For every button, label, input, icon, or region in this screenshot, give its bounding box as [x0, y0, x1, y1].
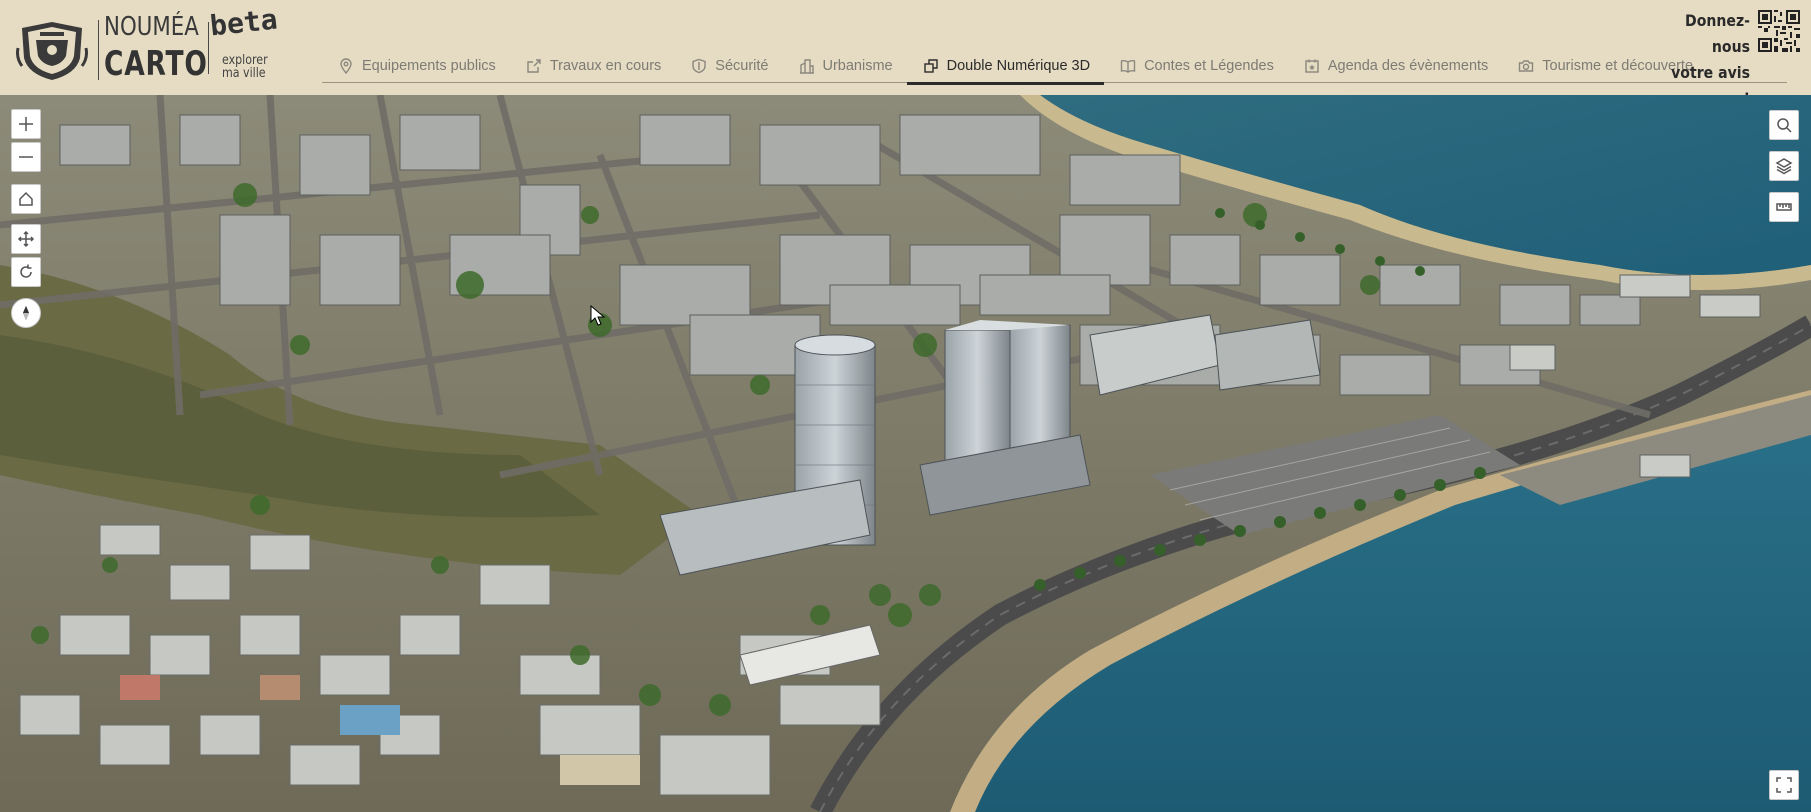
tab-securite[interactable]: Sécurité: [675, 50, 782, 83]
open-book-icon: [1120, 59, 1136, 73]
tab-label: Agenda des évènements: [1327, 58, 1489, 74]
fullscreen-button[interactable]: [1769, 770, 1799, 800]
zoom-out-icon: [19, 156, 33, 158]
buildings-icon: [799, 59, 814, 74]
city-3d-scene[interactable]: [0, 95, 1811, 812]
camera-icon: [1519, 60, 1534, 72]
brand-divider: [208, 22, 209, 74]
tab-travaux-en-cours[interactable]: Travaux en cours: [510, 50, 675, 83]
tab-contes-et-legendes[interactable]: Contes et Légendes: [1104, 50, 1288, 83]
main-nav: Equipements publics Travaux en cours Séc…: [322, 50, 1787, 85]
logo-divider: [98, 20, 99, 80]
compass-icon: [23, 306, 29, 320]
tab-agenda-des-evenements[interactable]: Agenda des évènements: [1288, 50, 1502, 83]
tagline-line2: ma ville: [222, 66, 266, 81]
search-button[interactable]: [1769, 110, 1799, 140]
pan-icon: [17, 230, 35, 248]
tab-urbanisme[interactable]: Urbanisme: [783, 50, 907, 83]
tab-label: Double Numérique 3D: [946, 58, 1091, 74]
tab-label: Equipements publics: [362, 58, 496, 74]
cube-layers-icon: [923, 59, 938, 73]
tab-equipements-publics[interactable]: Equipements publics: [322, 50, 510, 83]
shield-icon: [692, 58, 706, 74]
brand-tagline: explorer ma ville: [222, 54, 268, 80]
mouse-cursor-icon: [590, 305, 606, 326]
calendar-star-icon: [1305, 59, 1319, 73]
home-icon: [19, 191, 33, 206]
rotate-button[interactable]: [11, 257, 41, 287]
zoom-in-button[interactable]: [11, 109, 41, 139]
brand-name-bottom: CARTO: [104, 44, 208, 84]
share-box-icon: [527, 59, 541, 73]
layers-icon: [1775, 158, 1793, 175]
compass-button[interactable]: [11, 298, 41, 328]
measure-button[interactable]: [1769, 192, 1799, 222]
home-button[interactable]: [11, 184, 41, 214]
pan-button[interactable]: [11, 224, 41, 254]
location-pin-icon: [340, 58, 352, 74]
measure-icon: [1776, 203, 1792, 211]
tab-label: Travaux en cours: [549, 58, 662, 74]
tab-double-numerique-3d[interactable]: Double Numérique 3D: [906, 50, 1105, 85]
city-crest-logo[interactable]: [16, 18, 88, 82]
zoom-out-button[interactable]: [11, 142, 41, 172]
search-icon: [1777, 118, 1792, 133]
map-3d-view[interactable]: [0, 95, 1811, 812]
tab-label: Urbanisme: [822, 58, 893, 74]
fullscreen-icon: [1776, 777, 1792, 793]
tab-label: Sécurité: [715, 58, 769, 74]
tab-label: Contes et Légendes: [1144, 58, 1274, 74]
qr-code-icon[interactable]: [1758, 10, 1800, 52]
brand-name-top: NOUMÉA: [104, 12, 199, 42]
feedback-line1: Donnez-nous: [1685, 11, 1750, 56]
layers-button[interactable]: [1769, 151, 1799, 181]
zoom-in-icon: [19, 117, 33, 131]
top-header: NOUMÉA CARTO beta explorer ma ville Equi…: [0, 0, 1811, 108]
beta-badge: beta: [208, 2, 279, 43]
rotate-icon: [20, 264, 32, 278]
